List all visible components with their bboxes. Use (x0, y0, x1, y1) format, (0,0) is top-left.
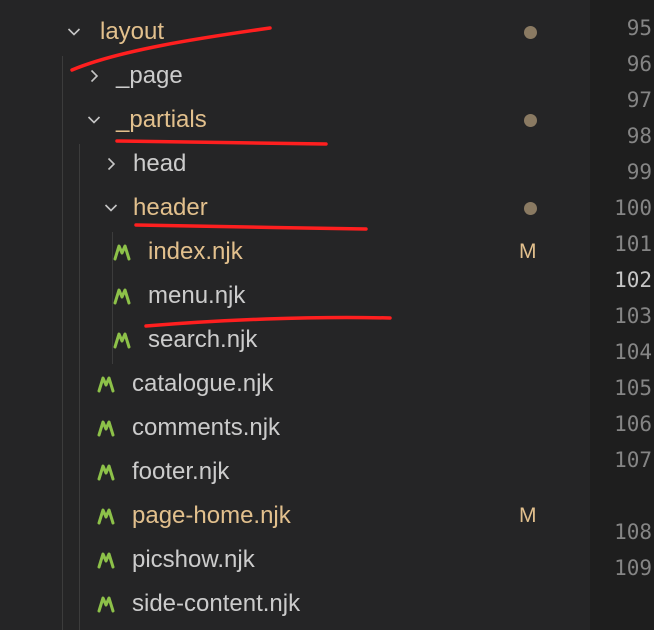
line-number: 103 (614, 304, 652, 328)
file-explorer: layout _page _partials head header index.njk M… (0, 0, 590, 630)
line-number: 102 (614, 268, 652, 292)
line-number: 105 (614, 376, 652, 400)
line-number: 108 (614, 520, 652, 544)
line-number-gutter: 95 96 97 98 99 100 101 102 103 104 105 106 107 108 109 (590, 0, 654, 630)
line-number: 104 (614, 340, 652, 364)
line-number: 99 (626, 160, 652, 184)
line-number: 97 (626, 88, 652, 112)
line-number: 109 (614, 556, 652, 580)
line-number: 100 (614, 196, 652, 220)
line-number: 107 (614, 448, 652, 472)
line-number: 95 (626, 16, 652, 40)
line-number: 98 (626, 124, 652, 148)
line-number: 106 (614, 412, 652, 436)
line-number: 96 (626, 52, 652, 76)
annotation-underline-layout (70, 26, 392, 328)
line-number: 101 (614, 232, 652, 256)
